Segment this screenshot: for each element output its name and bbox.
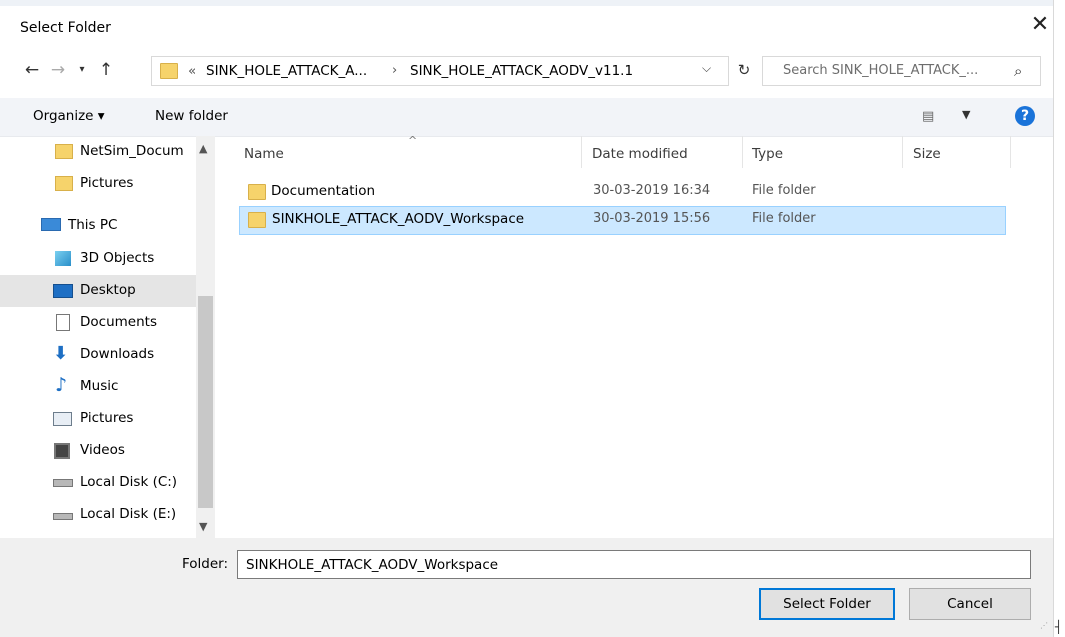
cancel-button[interactable]: Cancel <box>909 588 1031 620</box>
sidebar-item-local-disk-c[interactable]: Local Disk (C:) <box>0 467 196 499</box>
address-dropdown-icon[interactable]: ⌵ <box>702 61 711 76</box>
sidebar-item-pictures[interactable]: Pictures <box>0 403 196 435</box>
up-arrow-icon[interactable]: ↑ <box>95 58 117 82</box>
refresh-icon[interactable]: ↻ <box>734 60 754 80</box>
column-divider[interactable] <box>581 136 582 168</box>
nav-scrollbar-thumb[interactable] <box>198 296 213 508</box>
disk-drive-icon <box>53 513 73 520</box>
file-type: File folder <box>752 183 816 198</box>
search-placeholder: Search SINK_HOLE_ATTACK_... <box>783 63 979 78</box>
sidebar-item-label: NetSim_Docum <box>80 143 184 159</box>
sidebar-item-label: 3D Objects <box>80 250 155 266</box>
help-icon[interactable]: ? <box>1015 106 1035 126</box>
recent-locations-chevron-icon[interactable]: ▾ <box>71 58 93 82</box>
column-divider[interactable] <box>902 136 903 168</box>
folder-icon <box>160 63 178 79</box>
file-date: 30-03-2019 15:56 <box>593 211 711 226</box>
download-arrow-icon: ⬇ <box>53 343 69 364</box>
select-folder-dialog: Select Folder ✕ ← → ▾ ↑ « SINK_HOLE_ATTA… <box>0 0 1054 637</box>
back-arrow-icon[interactable]: ← <box>21 58 43 82</box>
file-row[interactable]: Documentation 30-03-2019 16:34 File fold… <box>239 178 1006 207</box>
sidebar-item-label: This PC <box>68 217 118 233</box>
sidebar-item-documents[interactable]: Documents <box>0 307 196 339</box>
scroll-down-icon[interactable]: ▼ <box>199 520 207 533</box>
sidebar-item-netsim-documents[interactable]: NetSim_Docum <box>0 136 196 168</box>
breadcrumb-parent[interactable]: SINK_HOLE_ATTACK_A... <box>206 63 367 79</box>
scroll-up-icon[interactable]: ▲ <box>199 142 207 155</box>
breadcrumb-current[interactable]: SINK_HOLE_ATTACK_AODV_v11.1 <box>410 63 633 79</box>
resize-grip-icon[interactable]: ⋰ <box>1040 621 1048 630</box>
sidebar-item-label: Documents <box>80 314 157 330</box>
breadcrumb-chevron-icon[interactable]: › <box>392 63 397 78</box>
sidebar-item-3d-objects[interactable]: 3D Objects <box>0 243 196 275</box>
music-note-icon: ♪ <box>55 374 68 396</box>
folder-icon <box>55 144 73 159</box>
organize-button[interactable]: Organize ▾ <box>33 108 105 124</box>
column-divider[interactable] <box>1010 136 1011 168</box>
file-date: 30-03-2019 16:34 <box>593 183 711 198</box>
close-icon[interactable]: ✕ <box>1027 12 1053 38</box>
breadcrumb-overflow[interactable]: « <box>188 63 196 79</box>
sidebar-item-desktop[interactable]: Desktop <box>0 275 196 307</box>
sidebar-item-videos[interactable]: Videos <box>0 435 196 467</box>
dialog-title: Select Folder <box>20 20 111 36</box>
folder-icon <box>248 184 266 200</box>
sidebar-item-label: Pictures <box>80 410 134 426</box>
pictures-icon <box>53 412 72 426</box>
sidebar-item-label: Local Disk (E:) <box>80 506 177 522</box>
new-folder-button[interactable]: New folder <box>155 108 228 124</box>
sidebar-item-label: Videos <box>80 442 125 458</box>
sidebar-item-label: Downloads <box>80 346 155 362</box>
sidebar-item-pictures-quick[interactable]: Pictures <box>0 168 196 200</box>
sidebar-item-label: Music <box>80 378 119 394</box>
folder-icon <box>248 212 266 228</box>
sidebar-item-this-pc[interactable]: This PC <box>0 210 196 242</box>
sidebar-item-label: Pictures <box>80 175 134 191</box>
view-options-icon[interactable]: ▤ <box>922 109 934 124</box>
file-row-selected[interactable]: SINKHOLE_ATTACK_AODV_Workspace 30-03-201… <box>239 206 1006 235</box>
navigation-pane: NetSim_Docum Pictures This PC 3D Objects… <box>0 136 215 538</box>
disk-drive-icon <box>53 479 73 487</box>
sidebar-item-downloads[interactable]: ⬇ Downloads <box>0 339 196 371</box>
column-header-name[interactable]: Name <box>244 146 284 162</box>
file-type: File folder <box>752 211 816 226</box>
sidebar-item-label: Local Disk (C:) <box>80 474 178 490</box>
documents-icon <box>56 314 70 331</box>
sidebar-item-local-disk-e[interactable]: Local Disk (E:) <box>0 499 196 531</box>
column-divider[interactable] <box>742 136 743 168</box>
sidebar-item-label: Desktop <box>80 282 136 298</box>
view-dropdown-icon[interactable]: ▼ <box>962 108 970 121</box>
column-header-size[interactable]: Size <box>913 146 941 162</box>
computer-icon <box>41 218 61 231</box>
folder-label: Folder: <box>182 556 229 572</box>
column-header-type[interactable]: Type <box>752 146 783 162</box>
file-name: Documentation <box>271 183 376 199</box>
film-icon <box>54 443 70 459</box>
folder-icon <box>55 176 73 191</box>
cube-icon <box>55 251 71 266</box>
folder-name-input[interactable] <box>237 550 1031 579</box>
column-header-date[interactable]: Date modified <box>592 146 688 162</box>
desktop-icon <box>53 284 73 298</box>
address-bar[interactable]: « SINK_HOLE_ATTACK_A... › SINK_HOLE_ATTA… <box>151 56 729 86</box>
background-strip <box>0 0 1053 6</box>
window-edge-marker: ┤ <box>1055 620 1063 634</box>
search-icon[interactable]: ⌕ <box>1014 62 1022 80</box>
search-box[interactable]: Search SINK_HOLE_ATTACK_... ⌕ <box>762 56 1041 86</box>
sidebar-item-music[interactable]: ♪ Music <box>0 371 196 403</box>
sort-ascending-icon: ^ <box>408 134 418 147</box>
file-name: SINKHOLE_ATTACK_AODV_Workspace <box>272 211 525 227</box>
forward-arrow-icon[interactable]: → <box>47 58 69 82</box>
select-folder-button[interactable]: Select Folder <box>759 588 895 620</box>
